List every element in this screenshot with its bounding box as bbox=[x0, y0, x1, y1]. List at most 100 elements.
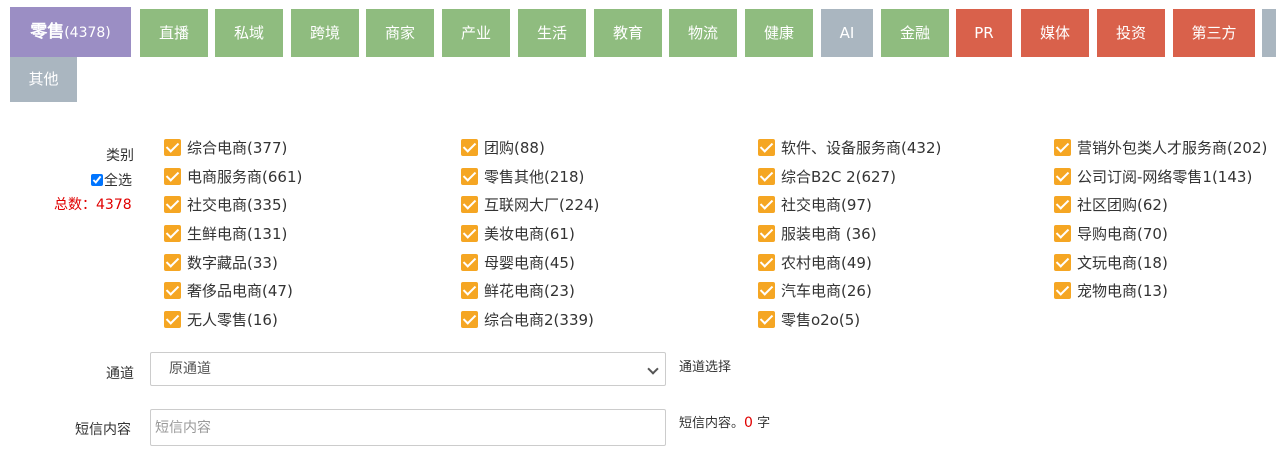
checkbox-checked-icon bbox=[164, 282, 181, 299]
tab-education[interactable]: 教育 bbox=[594, 9, 662, 57]
tab-other[interactable]: 其他 bbox=[10, 57, 77, 102]
tab-media[interactable]: 媒体 bbox=[1021, 9, 1089, 57]
tab-live[interactable]: 直播 bbox=[140, 9, 208, 57]
category-checkbox[interactable]: 无人零售(16) bbox=[164, 309, 278, 329]
checkbox-checked-icon bbox=[1054, 196, 1071, 213]
select-all-checkbox[interactable] bbox=[91, 174, 103, 186]
channel-hint: 通道选择 bbox=[679, 360, 732, 375]
checkbox-checked-icon bbox=[758, 196, 775, 213]
sms-content-input[interactable] bbox=[150, 409, 666, 446]
category-checkbox[interactable]: 汽车电商(26) bbox=[758, 280, 872, 300]
category-checkbox[interactable]: 美妆电商(61) bbox=[461, 223, 575, 243]
checkbox-checked-icon bbox=[1054, 225, 1071, 242]
tab-third-party[interactable]: 第三方 bbox=[1173, 9, 1255, 57]
sms-char-count: 0 bbox=[744, 415, 753, 431]
category-option-label: 综合电商(377) bbox=[187, 139, 288, 157]
category-option-label: 数字藏品(33) bbox=[187, 254, 278, 272]
category-checkbox[interactable]: 社区团购(62) bbox=[1054, 194, 1168, 214]
checkbox-checked-icon bbox=[164, 311, 181, 328]
category-option-label: 公司订阅-网络零售1(143) bbox=[1077, 168, 1253, 186]
sms-hint-prefix: 短信内容。 bbox=[679, 416, 745, 431]
category-option-label: 营销外包类人才服务商(202) bbox=[1077, 139, 1268, 157]
tab-retail[interactable]: 零售(4378) bbox=[10, 7, 131, 57]
checkbox-checked-icon bbox=[164, 196, 181, 213]
tab-health[interactable]: 健康 bbox=[745, 9, 813, 57]
checkbox-checked-icon bbox=[461, 196, 478, 213]
tab-overflow[interactable] bbox=[1262, 9, 1276, 57]
category-tabs: 零售(4378) 直播 私域 跨境 商家 产业 生活 教育 物流 健康 AI 金… bbox=[0, 0, 1276, 110]
category-option-label: 社交电商(335) bbox=[187, 196, 288, 214]
checkbox-checked-icon bbox=[164, 139, 181, 156]
category-checkbox[interactable]: 宠物电商(13) bbox=[1054, 280, 1168, 300]
checkbox-checked-icon bbox=[758, 311, 775, 328]
checkbox-checked-icon bbox=[1054, 139, 1071, 156]
tab-cross-border[interactable]: 跨境 bbox=[291, 9, 359, 57]
checkbox-checked-icon bbox=[164, 254, 181, 271]
category-checkbox[interactable]: 母婴电商(45) bbox=[461, 252, 575, 272]
category-option-label: 农村电商(49) bbox=[781, 254, 872, 272]
checkbox-checked-icon bbox=[758, 254, 775, 271]
select-all-label: 全选 bbox=[104, 173, 132, 189]
checkbox-checked-icon bbox=[164, 168, 181, 185]
tab-merchant[interactable]: 商家 bbox=[366, 9, 434, 57]
category-checkbox[interactable]: 综合电商(377) bbox=[164, 137, 287, 157]
category-option-label: 生鲜电商(131) bbox=[187, 225, 288, 243]
channel-select[interactable]: 原通道 bbox=[150, 352, 666, 386]
category-option-label: 母婴电商(45) bbox=[484, 254, 575, 272]
category-option-label: 鲜花电商(23) bbox=[484, 282, 575, 300]
category-checkbox[interactable]: 数字藏品(33) bbox=[164, 252, 278, 272]
category-option-label: 社交电商(97) bbox=[781, 196, 872, 214]
sms-char-count-hint: 短信内容。0 字 bbox=[679, 412, 770, 431]
category-option-label: 零售o2o(5) bbox=[781, 311, 861, 329]
category-checkbox[interactable]: 社交电商(97) bbox=[758, 194, 872, 214]
category-checkbox[interactable]: 社交电商(335) bbox=[164, 194, 287, 214]
checkbox-checked-icon bbox=[758, 139, 775, 156]
tab-label: 零售 bbox=[30, 22, 65, 42]
tab-pr[interactable]: PR bbox=[956, 9, 1012, 57]
sms-content-label: 短信内容 bbox=[75, 422, 131, 438]
checkbox-checked-icon bbox=[758, 225, 775, 242]
category-option-label: 综合电商2(339) bbox=[484, 311, 594, 329]
checkbox-checked-icon bbox=[758, 168, 775, 185]
category-checkbox[interactable]: 综合电商2(339) bbox=[461, 309, 594, 329]
category-checkbox[interactable]: 营销外包类人才服务商(202) bbox=[1054, 137, 1267, 157]
category-checkbox[interactable]: 生鲜电商(131) bbox=[164, 223, 287, 243]
category-checkbox[interactable]: 电商服务商(661) bbox=[164, 166, 302, 186]
tab-life[interactable]: 生活 bbox=[518, 9, 586, 57]
chevron-down-icon bbox=[647, 363, 659, 375]
category-checkbox[interactable]: 互联网大厂(224) bbox=[461, 194, 599, 214]
tab-count: (4378) bbox=[64, 25, 111, 41]
category-option-label: 宠物电商(13) bbox=[1077, 282, 1168, 300]
category-option-label: 无人零售(16) bbox=[187, 311, 278, 329]
checkbox-checked-icon bbox=[461, 225, 478, 242]
category-checkbox[interactable]: 综合B2C 2(627) bbox=[758, 166, 896, 186]
category-option-label: 导购电商(70) bbox=[1077, 225, 1168, 243]
category-checkbox[interactable]: 团购(88) bbox=[461, 137, 545, 157]
category-option-label: 文玩电商(18) bbox=[1077, 254, 1168, 272]
category-checkbox[interactable]: 文玩电商(18) bbox=[1054, 252, 1168, 272]
checkbox-checked-icon bbox=[461, 254, 478, 271]
category-option-label: 服装电商 (36) bbox=[781, 225, 877, 243]
category-checkbox[interactable]: 零售其他(218) bbox=[461, 166, 584, 186]
category-checkbox[interactable]: 软件、设备服务商(432) bbox=[758, 137, 941, 157]
category-checkbox[interactable]: 公司订阅-网络零售1(143) bbox=[1054, 166, 1252, 186]
tab-industry[interactable]: 产业 bbox=[442, 9, 510, 57]
checkbox-checked-icon bbox=[461, 168, 478, 185]
checkbox-checked-icon bbox=[1054, 282, 1071, 299]
category-checkbox[interactable]: 农村电商(49) bbox=[758, 252, 872, 272]
tab-private-domain[interactable]: 私域 bbox=[215, 9, 283, 57]
tab-logistics[interactable]: 物流 bbox=[669, 9, 737, 57]
tab-ai[interactable]: AI bbox=[821, 9, 873, 57]
category-checkbox[interactable]: 鲜花电商(23) bbox=[461, 280, 575, 300]
checkbox-checked-icon bbox=[461, 311, 478, 328]
category-checkbox[interactable]: 服装电商 (36) bbox=[758, 223, 877, 243]
category-option-label: 软件、设备服务商(432) bbox=[781, 139, 942, 157]
category-checkbox[interactable]: 零售o2o(5) bbox=[758, 309, 860, 329]
select-all[interactable]: 全选 bbox=[91, 170, 132, 190]
tab-investment[interactable]: 投资 bbox=[1097, 9, 1165, 57]
category-option-label: 汽车电商(26) bbox=[781, 282, 872, 300]
sms-hint-suffix: 字 bbox=[757, 416, 771, 431]
category-checkbox[interactable]: 导购电商(70) bbox=[1054, 223, 1168, 243]
tab-finance[interactable]: 金融 bbox=[881, 9, 949, 57]
category-checkbox[interactable]: 奢侈品电商(47) bbox=[164, 280, 293, 300]
